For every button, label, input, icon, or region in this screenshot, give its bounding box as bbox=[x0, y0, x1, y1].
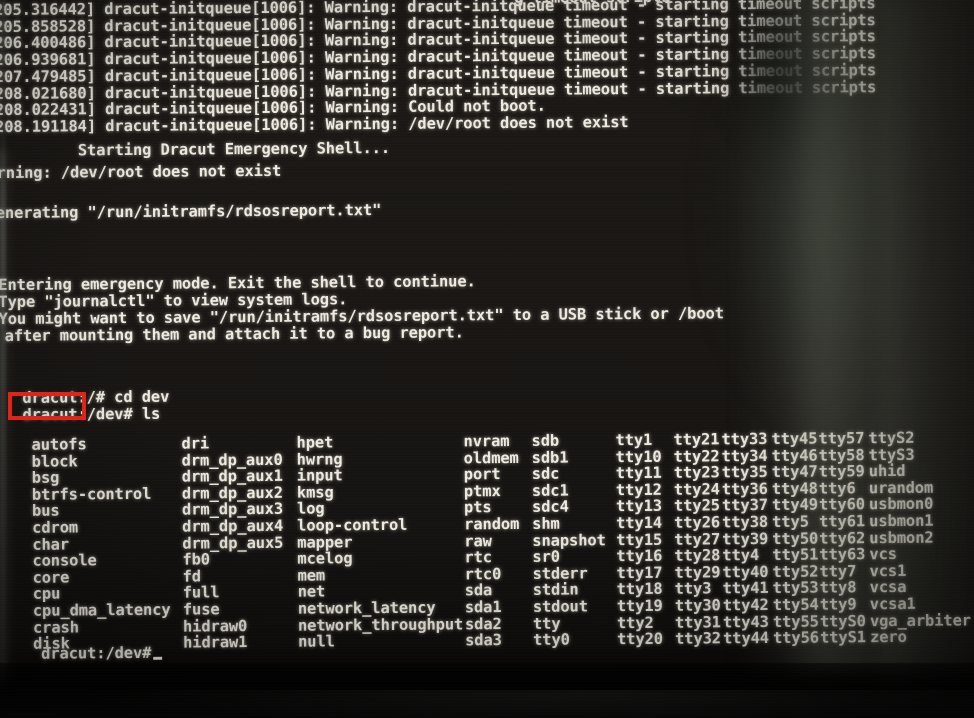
dev-listing-entry: console bbox=[32, 551, 97, 570]
dev-listing-entry: tty11 bbox=[615, 464, 662, 483]
dev-listing-entry: fuse bbox=[182, 600, 220, 619]
dev-listing-entry: nvram bbox=[463, 432, 510, 451]
screen-glare-right-edge bbox=[880, 0, 974, 718]
dev-listing-entry: crash bbox=[32, 617, 79, 637]
dev-listing-entry: null bbox=[297, 632, 335, 651]
text-cursor bbox=[153, 656, 163, 660]
dev-listing-entry: port bbox=[463, 465, 501, 484]
dev-listing-entry: snapshot bbox=[532, 530, 606, 550]
dev-listing-entry: sda2 bbox=[464, 614, 502, 633]
dev-listing-entry: hidraw1 bbox=[182, 633, 248, 652]
dev-listing-entry: bus bbox=[31, 501, 60, 521]
dev-listing-entry: loop-control bbox=[297, 515, 408, 535]
dev-listing-entry: tty20 bbox=[616, 629, 664, 649]
dev-listing-entry: pts bbox=[463, 498, 492, 517]
dev-listing-entry: drm_dp_aux1 bbox=[181, 466, 283, 486]
dev-listing-entry: tty15 bbox=[616, 530, 663, 549]
dev-listing-entry: tty18 bbox=[616, 580, 663, 599]
shell-final-prompt[interactable]: dracut:/dev# bbox=[41, 643, 163, 663]
dev-listing-entry: kmsg bbox=[296, 483, 334, 502]
dev-listing-entry: tty14 bbox=[616, 513, 663, 533]
dev-listing-entry: tty28 bbox=[674, 546, 721, 565]
dev-listing-column: tty1 tty10 tty11 tty12 tty13 tty14 tty15 tty16 t… bbox=[615, 430, 664, 649]
generating-report-line: enerating "/run/initramfs/rdsosreport.tx… bbox=[0, 201, 382, 223]
dev-listing-entry: stdout bbox=[532, 597, 588, 616]
dev-listing-entry: sda1 bbox=[464, 598, 502, 617]
dev-listing-entry: block bbox=[31, 451, 78, 471]
dev-listing-entry: mapper bbox=[297, 532, 353, 552]
dev-listing-entry: raw bbox=[464, 531, 492, 550]
dev-listing-entry: tty30 bbox=[674, 596, 721, 615]
console-screen-photo: g timeout scripts 205.316442] dracut-ini… bbox=[0, 0, 974, 718]
dev-listing-entry: input bbox=[296, 466, 343, 485]
dev-listing-entry: tty16 bbox=[616, 546, 663, 566]
dev-listing-entry: sdc bbox=[531, 464, 560, 484]
dev-listing-entry: rtc bbox=[464, 548, 493, 567]
dev-listing-entry: stdin bbox=[532, 580, 579, 600]
dev-listing-entry: hpet bbox=[296, 433, 334, 452]
dev-listing-entry: log bbox=[296, 499, 325, 519]
dev-listing-entry: dri bbox=[181, 434, 210, 453]
shell-final-prompt-text: dracut:/dev# bbox=[41, 643, 152, 663]
dev-listing-entry: tty2 bbox=[616, 613, 654, 632]
dev-listing-entry: net bbox=[297, 582, 326, 602]
dev-listing-entry: random bbox=[464, 514, 520, 534]
dev-listing-entry: hidraw0 bbox=[182, 616, 248, 636]
dev-listing-entry: tty13 bbox=[615, 497, 662, 516]
dev-listing-entry: tty27 bbox=[674, 529, 721, 549]
bezel-left-strip bbox=[0, 0, 6, 718]
dev-listing-entry: cdrom bbox=[32, 518, 79, 537]
emergency-notice-line-4: after mounting them and attach it to a b… bbox=[4, 323, 464, 345]
dev-listing-column: sdb sdb1 sdc sdc1 sdc4 shm snapshot sr0 stderr st… bbox=[531, 431, 606, 649]
dev-listing-entry: tty32 bbox=[674, 629, 722, 648]
dev-listing-entry: sda3 bbox=[464, 631, 502, 650]
dev-listing-entry: drm_dp_aux4 bbox=[182, 516, 284, 536]
dev-listing-column: dri drm_dp_aux0 drm_dp_aux1 drm_dp_aux2 drm_… bbox=[181, 434, 284, 652]
dev-listing-entry: cpu_dma_latency bbox=[32, 600, 171, 620]
dev-listing-entry: tty bbox=[532, 614, 561, 633]
dev-listing-entry: sdb1 bbox=[531, 448, 569, 467]
dev-listing-column: nvram oldmem port ptmx pts random raw rtc rtc0 sd… bbox=[463, 432, 520, 650]
dev-listing-entry: autofs bbox=[31, 435, 87, 454]
boot-log-line: 208.191184] dracut-initqueue[1006]: Warn… bbox=[0, 112, 629, 136]
dev-listing-entry: tty31 bbox=[674, 612, 721, 632]
red-annotation-rectangle bbox=[8, 392, 86, 420]
dev-listing-entry: sda bbox=[464, 581, 493, 600]
dev-listing-entry: core bbox=[32, 568, 70, 587]
dev-listing-entry: network_latency bbox=[297, 598, 436, 618]
dev-listing-entry: fb0 bbox=[182, 550, 211, 569]
dev-listing-entry: sdc4 bbox=[531, 497, 569, 517]
dev-listing-entry: mcelog bbox=[297, 549, 353, 568]
warning-dev-root-line: arning: /dev/root does not exist bbox=[0, 161, 282, 183]
screen-bottom-sheen bbox=[0, 690, 974, 718]
dev-listing-entry: network_throughput bbox=[297, 614, 464, 635]
dev-listing-entry: tty10 bbox=[615, 447, 662, 466]
starting-emergency-shell-line: Starting Dracut Emergency Shell... bbox=[0, 138, 391, 161]
dev-listing-entry: shm bbox=[532, 514, 560, 533]
dev-listing-entry: char bbox=[32, 535, 70, 554]
dev-listing-entry: sr0 bbox=[532, 547, 561, 566]
dev-listing-entry: full bbox=[182, 583, 220, 602]
dev-listing-entry: oldmem bbox=[463, 448, 519, 467]
dev-listing-column: autofs block bsg btrfs-control bus cdrom char c… bbox=[31, 435, 171, 653]
dev-listing-entry: btrfs-control bbox=[31, 484, 152, 504]
dev-listing-entry: tty0 bbox=[532, 630, 570, 649]
dev-listing-entry: tty29 bbox=[674, 563, 721, 582]
dev-listing-entry: tty19 bbox=[616, 596, 663, 616]
dev-listing-entry: tty3 bbox=[674, 579, 712, 599]
dev-listing-entry: sdb bbox=[531, 431, 560, 450]
dev-listing-entry: fd bbox=[182, 567, 201, 586]
dev-listing-entry: drm_dp_aux5 bbox=[182, 533, 284, 553]
dev-listing-entry: hwrng bbox=[296, 449, 343, 469]
dev-listing-entry: mem bbox=[297, 566, 326, 585]
dev-listing-entry: tty1 bbox=[615, 430, 653, 450]
dev-listing-column: hpet hwrng input kmsg log loop-control mapper m… bbox=[296, 433, 463, 650]
